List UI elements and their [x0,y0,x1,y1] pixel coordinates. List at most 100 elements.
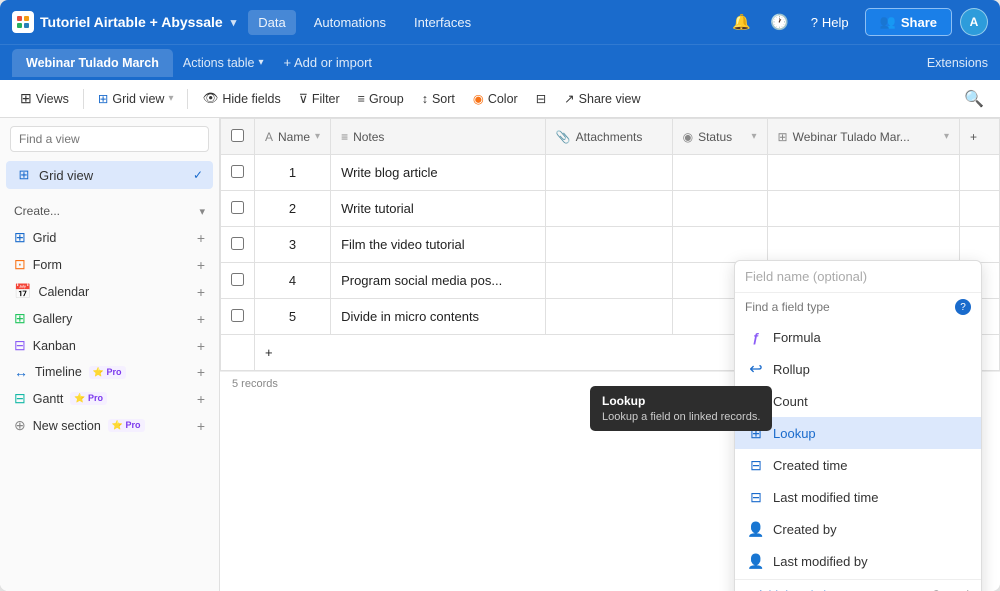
gantt-pro-badge: ⭐ Pro [70,392,107,405]
field-type-created-time[interactable]: ⊟ Created time [735,449,981,481]
share-view-btn[interactable]: ↗ Share view [556,87,648,110]
create-gallery-item[interactable]: ⊞Gallery + [10,305,209,332]
grid-view-btn[interactable]: ⊞ Grid view ▾ [90,87,182,110]
timeline-add-icon[interactable]: + [197,364,205,380]
notifications-icon[interactable]: 🔔 [727,7,757,37]
share-btn[interactable]: 👥 Share [865,8,952,36]
row2-status [767,191,959,227]
sidebar-search [0,118,219,160]
name-col-icon: A [265,130,273,144]
hide-icon: 👁 [202,91,218,106]
field-type-last-modified-by[interactable]: 👤 Last modified by [735,545,981,577]
table-tab-actions[interactable]: Actions table ▾ [173,49,274,77]
notes-column-header[interactable]: ≡ Notes [331,119,546,155]
row1-check[interactable] [221,155,255,191]
row5-name[interactable]: Divide in micro contents [331,299,546,335]
section-add-icon[interactable]: + [197,418,205,434]
status-column-header[interactable]: ◉ Status ▾ [672,119,767,155]
logo-icon [12,11,34,33]
create-gantt-item[interactable]: ⊟ Gantt ⭐ Pro + [10,385,209,412]
hide-fields-btn[interactable]: 👁 Hide fields [194,87,288,110]
row4-name[interactable]: Program social media pos... [331,263,546,299]
app-title: Tutoriel Airtable + Abyssale [40,14,223,30]
main-content: ⊞ Grid view ✓ Create... ▾ ⊞Grid + ⊡Form … [0,118,1000,591]
row5-notes [545,299,672,335]
history-icon[interactable]: 🕐 [765,7,795,37]
status-sort-icon: ▾ [752,131,757,142]
new-section-item[interactable]: ⊕ New section ⭐ Pro + [10,412,209,439]
attachments-column-header[interactable]: 📎 Attachments [545,119,672,155]
field-type-formula[interactable]: ƒ Formula [735,321,981,353]
row2-check[interactable] [221,191,255,227]
row4-notes [545,263,672,299]
select-all-checkbox[interactable] [231,129,244,142]
timeline-type-icon: ↔ [14,364,28,380]
webinar-sort-icon: ▾ [944,131,949,142]
row-height-btn[interactable]: ⊟ [528,87,554,110]
search-view-input[interactable] [10,126,209,152]
field-name-input[interactable] [735,261,981,293]
nav-interfaces-btn[interactable]: Interfaces [404,10,481,35]
row1-name[interactable]: Write blog article [331,155,546,191]
row3-check[interactable] [221,227,255,263]
field-type-last-modified[interactable]: ⊟ Last modified time [735,481,981,513]
sidebar: ⊞ Grid view ✓ Create... ▾ ⊞Grid + ⊡Form … [0,118,220,591]
row1-attachments [672,155,767,191]
extensions-btn[interactable]: Extensions [927,56,988,70]
row-height-icon: ⊟ [536,91,546,106]
created-time-icon: ⊟ [747,456,765,474]
app-container: Tutoriel Airtable + Abyssale ▾ Data Auto… [0,0,1000,591]
add-field-btn[interactable]: + [960,119,1000,155]
gallery-add-icon[interactable]: + [197,311,205,327]
kanban-type-icon: ⊟ [14,337,26,354]
row5-check[interactable] [221,299,255,335]
calendar-add-icon[interactable]: + [197,284,205,300]
section-pro-badge: ⭐ Pro [108,419,145,432]
field-type-lookup[interactable]: ⊞ Lookup [735,417,981,449]
grid-add-icon[interactable]: + [197,230,205,246]
create-section-header[interactable]: Create... ▾ [10,200,209,222]
field-panel-footer: + Add description Cancel [735,579,981,591]
grid-type-icon: ⊞ [14,229,26,246]
form-add-icon[interactable]: + [197,257,205,273]
add-table-btn[interactable]: + Add or import [274,51,383,74]
help-btn[interactable]: ? Help [803,10,857,35]
nav-automations-btn[interactable]: Automations [304,10,396,35]
create-timeline-item[interactable]: ↔ Timeline ⭐ Pro + [10,359,209,385]
create-grid-item[interactable]: ⊞Grid + [10,224,209,251]
sidebar-item-grid-view[interactable]: ⊞ Grid view ✓ [6,161,213,189]
field-type-count[interactable]: ⊟ Count [735,385,981,417]
nav-data-btn[interactable]: Data [248,10,295,35]
timeline-pro-badge: ⭐ Pro [89,366,126,379]
count-icon: ⊟ [747,392,765,410]
webinar-column-header[interactable]: ⊞ Webinar Tulado Mar... ▾ [767,119,959,155]
filter-btn[interactable]: ⊽ Filter [291,87,348,110]
top-nav: Tutoriel Airtable + Abyssale ▾ Data Auto… [0,0,1000,44]
field-type-created-by[interactable]: 👤 Created by [735,513,981,545]
row3-attachments [672,227,767,263]
name-column-header[interactable]: A Name ▾ [255,119,331,155]
gantt-add-icon[interactable]: + [197,391,205,407]
kanban-add-icon[interactable]: + [197,338,205,354]
title-chevron-icon: ▾ [231,16,237,29]
form-type-icon: ⊡ [14,256,26,273]
row4-check[interactable] [221,263,255,299]
table-tab-webinar[interactable]: Webinar Tulado March [12,49,173,77]
app-logo: Tutoriel Airtable + Abyssale ▾ [12,11,236,33]
group-btn[interactable]: ≡ Group [350,88,412,110]
sort-btn[interactable]: ↕ Sort [414,88,463,110]
avatar[interactable]: A [960,8,988,36]
row2-name[interactable]: Write tutorial [331,191,546,227]
create-calendar-item[interactable]: 📅Calendar + [10,278,209,305]
create-form-item[interactable]: ⊡Form + [10,251,209,278]
last-modified-by-icon: 👤 [747,552,765,570]
views-btn[interactable]: ⊞ Views [12,86,77,111]
field-type-help-icon[interactable]: ? [955,299,971,315]
row3-name[interactable]: Film the video tutorial [331,227,546,263]
search-btn[interactable]: 🔍 [960,85,988,113]
table-tab-chevron-icon: ▾ [258,57,263,68]
check-header[interactable] [221,119,255,155]
create-kanban-item[interactable]: ⊟Kanban + [10,332,209,359]
field-type-rollup[interactable]: ↩ Rollup [735,353,981,385]
color-btn[interactable]: ◉ Color [465,87,526,110]
